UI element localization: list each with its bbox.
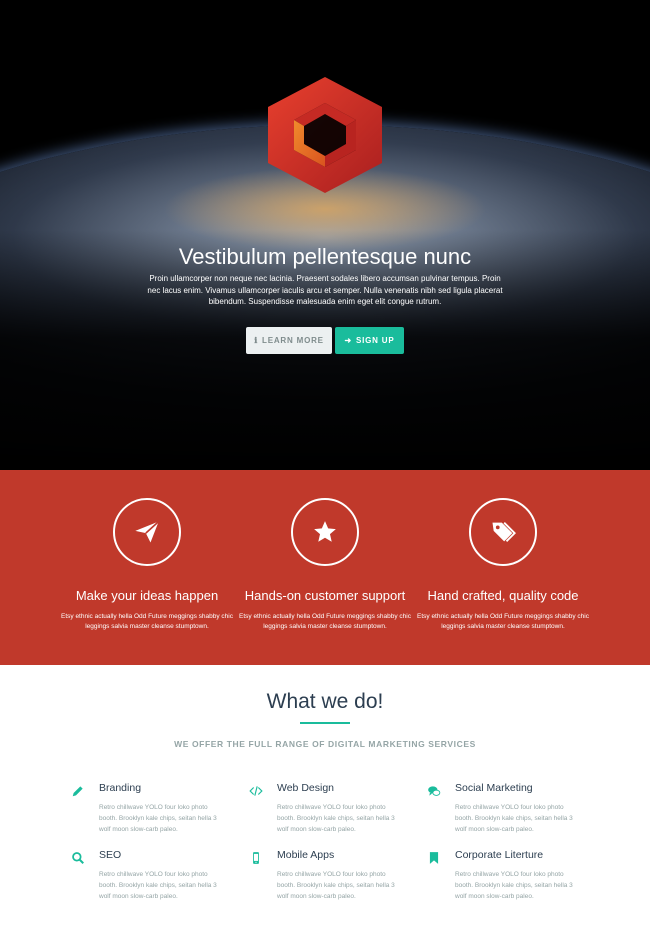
service-text: Retro chillwave YOLO four loko photo boo… — [455, 804, 573, 833]
feature-title: Make your ideas happen — [75, 588, 219, 603]
mobile-icon — [253, 852, 259, 864]
feature-icon-circle — [291, 498, 359, 566]
feature-title: Hand crafted, quality code — [427, 588, 579, 603]
tags-icon — [492, 522, 516, 542]
feature-text: Etsy ethnic actually hella Odd Future me… — [239, 613, 411, 630]
sign-up-button[interactable]: ➜ SIGN UP — [335, 327, 404, 354]
service-title: Web Design — [277, 782, 335, 794]
service-title: Branding — [99, 782, 142, 794]
service-text: Retro chillwave YOLO four loko photo boo… — [277, 804, 395, 833]
features-section: Make your ideas happen Etsy ethnic actua… — [0, 470, 650, 665]
bookmark-icon — [429, 852, 439, 864]
section-title: What we do! — [266, 690, 384, 713]
service-text: Retro chillwave YOLO four loko photo boo… — [455, 871, 573, 900]
search-icon — [72, 852, 84, 864]
sign-in-icon: ➜ — [344, 336, 352, 345]
info-icon: ℹ — [254, 336, 259, 345]
learn-more-label: LEARN MORE — [262, 336, 324, 345]
paper-plane-icon — [135, 520, 160, 543]
comments-icon — [428, 786, 441, 796]
section-subtitle: WE OFFER THE FULL RANGE OF DIGITAL MARKE… — [174, 739, 476, 749]
service-title: SEO — [99, 849, 122, 861]
learn-more-button[interactable]: ℹ LEARN MORE — [246, 327, 332, 354]
pencil-icon — [72, 786, 83, 797]
code-icon — [249, 786, 263, 796]
service-text: Retro chillwave YOLO four loko photo boo… — [99, 871, 217, 900]
hero-title: Vestibulum pellentesque nunc — [178, 244, 472, 269]
feature-text: Etsy ethnic actually hella Odd Future me… — [61, 613, 233, 630]
service-title: Social Marketing — [455, 782, 533, 794]
feature-icon-circle — [469, 498, 537, 566]
feature-title: Hands-on customer support — [244, 588, 406, 603]
service-title: Mobile Apps — [277, 849, 335, 861]
feature-text: Etsy ethnic actually hella Odd Future me… — [417, 613, 589, 630]
sign-up-label: SIGN UP — [356, 336, 395, 345]
hexagon-logo-icon — [268, 77, 382, 193]
hero-description: Proin ullamcorper non neque nec lacinia.… — [147, 274, 503, 306]
service-text: Retro chillwave YOLO four loko photo boo… — [99, 804, 217, 833]
service-title: Corporate Literture — [455, 849, 544, 861]
hero-section: Vestibulum pellentesque nunc Proin ullam… — [0, 0, 650, 470]
service-text: Retro chillwave YOLO four loko photo boo… — [277, 871, 395, 900]
star-icon — [314, 521, 336, 542]
title-divider — [300, 722, 350, 724]
feature-icon-circle — [113, 498, 181, 566]
